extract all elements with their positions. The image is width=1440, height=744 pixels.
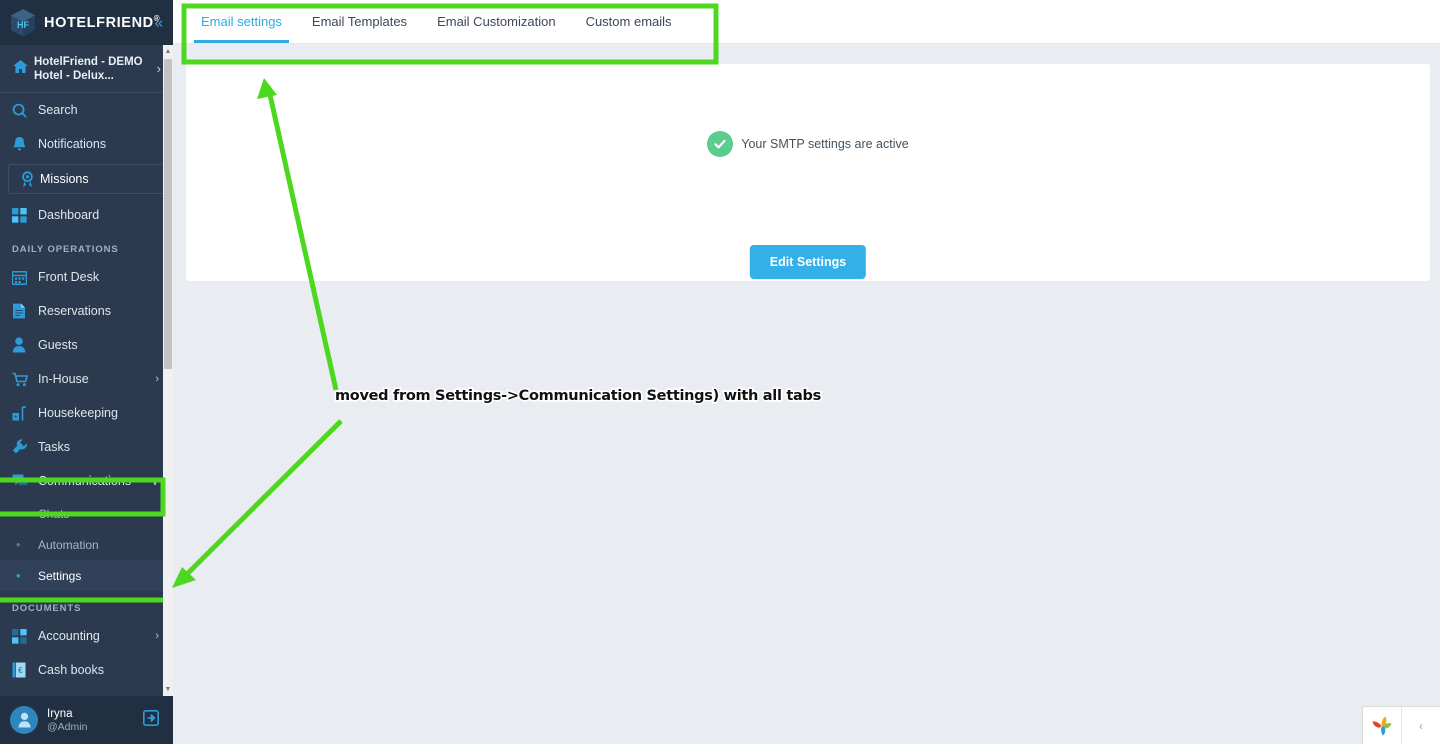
award-icon	[14, 170, 40, 188]
svg-text:HF: HF	[17, 20, 29, 30]
chevron-left-icon[interactable]: ‹	[1402, 719, 1440, 733]
tab-email-templates[interactable]: Email Templates	[297, 0, 422, 43]
sidebar-item-label: Dashboard	[38, 207, 100, 222]
hotel-name: HotelFriend - DEMO Hotel - Delux...	[34, 55, 143, 82]
sidebar-item-housekeeping[interactable]: Housekeeping	[0, 396, 173, 430]
sidebar-scrollbar[interactable]: ▲ ▼	[163, 45, 173, 696]
svg-text:€: €	[18, 666, 23, 675]
sidebar-item-front-desk[interactable]: Front Desk	[0, 260, 173, 294]
sidebar-subitem-label: Chats	[38, 506, 70, 521]
sidebar-collapse-icon[interactable]: «	[155, 15, 163, 30]
sidebar: HF HOTELFRIEND® « HotelFriend - DEMO Hot…	[0, 0, 173, 744]
sidebar-item-label: In-House	[38, 371, 89, 386]
sidebar-item-label: Accounting	[38, 628, 100, 643]
sidebar-subitem-chats[interactable]: • Chats	[0, 498, 173, 529]
sidebar-item-in-house[interactable]: In-House ›	[0, 362, 173, 396]
tab-email-customization[interactable]: Email Customization	[422, 0, 571, 43]
accounting-icon	[12, 628, 38, 644]
user-info: Iryna @Admin	[47, 707, 87, 734]
sidebar-item-label: Reservations	[38, 303, 111, 318]
user-role: @Admin	[47, 720, 88, 733]
housekeeping-icon	[12, 405, 38, 421]
avatar	[10, 706, 38, 734]
sidebar-section-documents: DOCUMENTS	[12, 603, 82, 614]
tab-label: Email Templates	[311, 14, 408, 29]
sidebar-item-communications[interactable]: Communications ∨	[0, 464, 173, 498]
sidebar-item-missions[interactable]: Missions	[8, 164, 165, 194]
sidebar-item-label: Missions	[40, 172, 89, 186]
tab-label: Custom emails	[585, 14, 672, 29]
scroll-up-icon[interactable]: ▲	[163, 45, 173, 58]
sidebar-item-dashboard[interactable]: Dashboard	[0, 198, 173, 232]
tab-custom-emails[interactable]: Custom emails	[571, 0, 687, 43]
tab-label: Email Customization	[437, 14, 556, 29]
brand-header: HF HOTELFRIEND® «	[0, 0, 173, 45]
cart-icon	[12, 372, 38, 387]
user-name: Iryna	[47, 707, 73, 720]
hotelfriend-logo-icon: HF	[10, 8, 36, 38]
home-icon	[12, 59, 34, 78]
sidebar-item-label: Guests	[38, 337, 78, 352]
hotel-selector[interactable]: HotelFriend - DEMO Hotel - Delux... ›	[0, 45, 173, 93]
sidebar-subitem-label: Automation	[38, 537, 99, 552]
main-content: Email settings Email Templates Email Cus…	[173, 0, 1440, 744]
tab-label: Email settings	[201, 14, 282, 29]
calendar-icon	[12, 270, 38, 285]
sidebar-item-label: Front Desk	[38, 269, 100, 284]
sidebar-nav: Search Notifications Missions Dashboard	[0, 93, 173, 696]
check-circle-icon	[707, 131, 734, 157]
sidebar-item-label: Cash books	[38, 662, 105, 677]
sidebar-item-notifications[interactable]: Notifications	[0, 127, 173, 161]
sidebar-item-guests[interactable]: Guests	[0, 328, 173, 362]
cashbook-icon: €	[12, 662, 38, 678]
sidebar-item-label: Communications	[38, 473, 132, 488]
scroll-down-icon[interactable]: ▼	[163, 683, 173, 696]
sidebar-section-daily-operations: DAILY OPERATIONS	[12, 244, 119, 255]
app-root: HF HOTELFRIEND® « HotelFriend - DEMO Hot…	[0, 0, 1440, 744]
scrollbar-thumb[interactable]	[164, 59, 172, 369]
logout-icon[interactable]	[143, 710, 159, 730]
sidebar-item-label: Notifications	[38, 136, 107, 151]
smtp-status-text: Your SMTP settings are active	[741, 137, 909, 151]
user-icon	[12, 337, 38, 353]
sidebar-item-tasks[interactable]: Tasks	[0, 430, 173, 464]
sidebar-subitem-settings[interactable]: • Settings	[0, 560, 173, 591]
leaf-logo-icon	[1363, 715, 1401, 737]
bullet-icon: •	[16, 506, 21, 521]
chevron-right-icon[interactable]: ›	[155, 373, 159, 385]
sidebar-item-label: Search	[38, 102, 78, 117]
user-bar[interactable]: Iryna @Admin	[0, 696, 173, 744]
sidebar-item-accounting[interactable]: Accounting ›	[0, 619, 173, 653]
tab-email-settings[interactable]: Email settings	[186, 0, 297, 43]
wrench-icon	[12, 439, 38, 455]
bell-icon	[12, 136, 38, 152]
bullet-icon: •	[16, 537, 21, 552]
chat-widget[interactable]: ‹	[1362, 706, 1440, 744]
sidebar-item-reservations[interactable]: Reservations	[0, 294, 173, 328]
smtp-status: Your SMTP settings are active	[186, 131, 1430, 157]
grid-icon	[12, 207, 38, 223]
sidebar-item-label: Housekeeping	[38, 405, 118, 420]
chevron-right-icon[interactable]: ›	[157, 61, 161, 76]
annotation-note: moved from Settings->Communication Setti…	[333, 386, 822, 405]
search-icon	[12, 103, 38, 118]
brand-name-text: HOTELFRIEND	[44, 14, 154, 31]
tab-bar: Email settings Email Templates Email Cus…	[173, 0, 1440, 44]
smtp-settings-card: Your SMTP settings are active Edit Setti…	[186, 64, 1430, 281]
sidebar-item-search[interactable]: Search	[0, 93, 173, 127]
chevron-right-icon[interactable]: ›	[155, 630, 159, 642]
sidebar-subitem-automation[interactable]: • Automation	[0, 529, 173, 560]
sidebar-subitem-label: Settings	[38, 568, 82, 583]
chevron-down-icon[interactable]: ∨	[151, 475, 159, 488]
chat-icon	[12, 474, 38, 488]
bullet-icon: •	[16, 568, 21, 583]
brand-name: HOTELFRIEND®	[44, 14, 160, 31]
edit-settings-button[interactable]: Edit Settings	[749, 245, 867, 279]
sidebar-item-cash-books[interactable]: € Cash books	[0, 653, 173, 687]
sidebar-item-label: Tasks	[38, 439, 70, 454]
document-icon	[12, 303, 38, 319]
